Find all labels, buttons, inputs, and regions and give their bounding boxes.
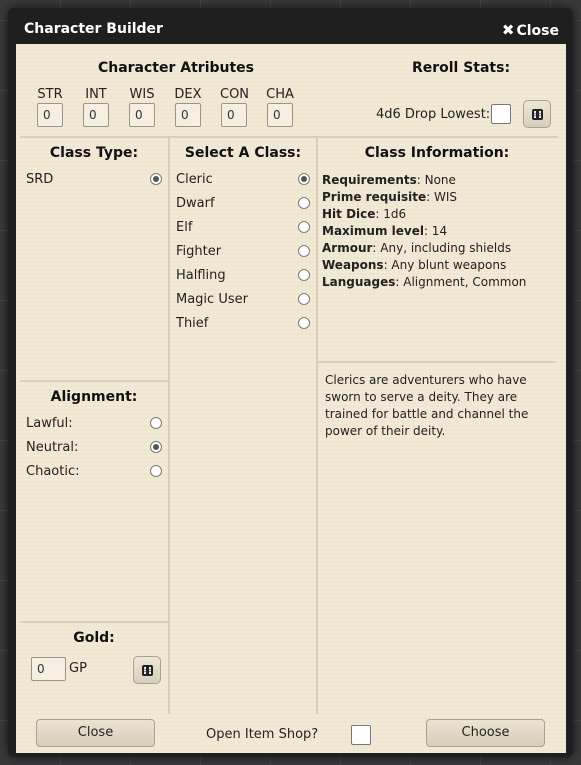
close-icon: ✖ xyxy=(501,21,515,39)
item-shop-label: Open Item Shop? xyxy=(206,727,319,742)
info-armour-value: : Any, including shields xyxy=(372,241,512,255)
class-type-heading: Class Type: xyxy=(49,145,139,161)
stat-label-con: CON xyxy=(220,87,250,102)
stat-input-wis[interactable]: 0 xyxy=(129,103,155,127)
info-maximum-level: Maximum level: 14 xyxy=(322,224,447,238)
class-option-halfling-radio[interactable] xyxy=(298,269,310,281)
dialog-content: Character Atributes STR INT WIS DEX CON … xyxy=(16,44,566,753)
item-shop-checkbox[interactable] xyxy=(351,725,371,745)
dialog-titlebar[interactable]: Character Builder ✖ Close xyxy=(8,8,573,46)
info-requirements: Requirements: None xyxy=(322,173,456,187)
info-armour-key: Armour xyxy=(322,241,373,255)
class-option-elf-label: Elf xyxy=(176,220,193,235)
info-requirements-key: Requirements xyxy=(322,173,417,187)
info-prime-requisite-value: : WIS xyxy=(426,190,457,204)
alignment-lawful-radio[interactable] xyxy=(150,417,162,429)
stat-input-con[interactable]: 0 xyxy=(221,103,247,127)
class-description: Clerics are adventurers who have sworn t… xyxy=(325,373,529,438)
info-languages-value: : Alignment, Common xyxy=(395,275,527,289)
alignment-chaotic-label: Chaotic: xyxy=(26,464,80,479)
column-divider-left xyxy=(168,138,170,714)
select-class-heading: Select A Class: xyxy=(184,145,302,161)
class-option-magic-user-label: Magic User xyxy=(176,292,248,307)
alignment-heading: Alignment: xyxy=(50,389,138,405)
column-divider-right xyxy=(316,138,318,714)
info-languages-key: Languages xyxy=(322,275,396,289)
reroll-option-label: 4d6 Drop Lowest: xyxy=(376,107,491,122)
close-button[interactable]: Close xyxy=(36,719,155,747)
gold-unit: GP xyxy=(69,661,87,676)
reroll-heading: Reroll Stats: xyxy=(411,60,511,76)
class-option-thief-radio[interactable] xyxy=(298,317,310,329)
stat-label-cha: CHA xyxy=(266,87,294,102)
info-prime-requisite: Prime requisite: WIS xyxy=(322,190,457,204)
stat-input-dex[interactable]: 0 xyxy=(175,103,201,127)
info-maximum-level-key: Maximum level xyxy=(322,224,424,238)
info-weapons: Weapons: Any blunt weapons xyxy=(322,258,506,272)
stat-label-int: INT xyxy=(85,87,107,102)
info-divider xyxy=(318,361,556,363)
info-armour: Armour: Any, including shields xyxy=(322,241,511,255)
dice-icon xyxy=(142,665,153,676)
gold-dice-button[interactable] xyxy=(133,656,161,684)
info-hit-dice: Hit Dice: 1d6 xyxy=(322,207,406,221)
class-option-elf-radio[interactable] xyxy=(298,221,310,233)
stat-input-int[interactable]: 0 xyxy=(83,103,109,127)
class-option-thief-label: Thief xyxy=(176,316,209,331)
info-prime-requisite-key: Prime requisite xyxy=(322,190,427,204)
class-option-magic-user-radio[interactable] xyxy=(298,293,310,305)
gold-heading: Gold: xyxy=(73,630,115,646)
info-requirements-value: : None xyxy=(416,173,456,187)
class-option-dwarf-label: Dwarf xyxy=(176,196,215,211)
info-hit-dice-key: Hit Dice xyxy=(322,207,376,221)
class-info-heading: Class Information: xyxy=(364,145,510,161)
attributes-heading: Character Atributes xyxy=(97,60,255,76)
dice-icon xyxy=(532,109,543,120)
alignment-divider xyxy=(20,380,168,382)
stat-input-cha[interactable]: 0 xyxy=(267,103,293,127)
choose-button[interactable]: Choose xyxy=(426,719,545,747)
info-weapons-key: Weapons xyxy=(322,258,384,272)
info-hit-dice-value: : 1d6 xyxy=(375,207,407,221)
stat-label-dex: DEX xyxy=(174,87,202,102)
class-option-cleric-radio[interactable] xyxy=(298,173,310,185)
dialog-title: Character Builder xyxy=(24,21,163,37)
reroll-dice-button[interactable] xyxy=(523,100,551,128)
class-option-halfling-label: Halfling xyxy=(176,268,226,283)
class-option-fighter-label: Fighter xyxy=(176,244,222,259)
class-option-fighter-radio[interactable] xyxy=(298,245,310,257)
dialog-close-button[interactable]: ✖ Close xyxy=(502,21,559,39)
class-type-srd-radio[interactable] xyxy=(150,173,162,185)
class-option-dwarf-radio[interactable] xyxy=(298,197,310,209)
gold-divider xyxy=(20,621,168,623)
dialog-close-label: Close xyxy=(516,23,559,39)
info-maximum-level-value: : 14 xyxy=(423,224,448,238)
info-weapons-value: : Any blunt weapons xyxy=(383,258,507,272)
reroll-drop-lowest-checkbox[interactable] xyxy=(491,104,511,124)
gold-input[interactable]: 0 xyxy=(31,657,66,681)
class-type-srd-label: SRD xyxy=(26,172,54,187)
info-languages: Languages: Alignment, Common xyxy=(322,275,526,289)
stat-input-str[interactable]: 0 xyxy=(37,103,63,127)
stat-label-wis: WIS xyxy=(129,87,155,102)
character-builder-dialog: Character Builder ✖ Close Character Atrib… xyxy=(8,8,573,757)
alignment-neutral-radio[interactable] xyxy=(150,441,162,453)
alignment-chaotic-radio[interactable] xyxy=(150,465,162,477)
class-option-cleric-label: Cleric xyxy=(176,172,213,187)
top-divider xyxy=(20,136,558,138)
alignment-lawful-label: Lawful: xyxy=(26,416,73,431)
alignment-neutral-label: Neutral: xyxy=(26,440,79,455)
stat-label-str: STR xyxy=(37,87,63,102)
